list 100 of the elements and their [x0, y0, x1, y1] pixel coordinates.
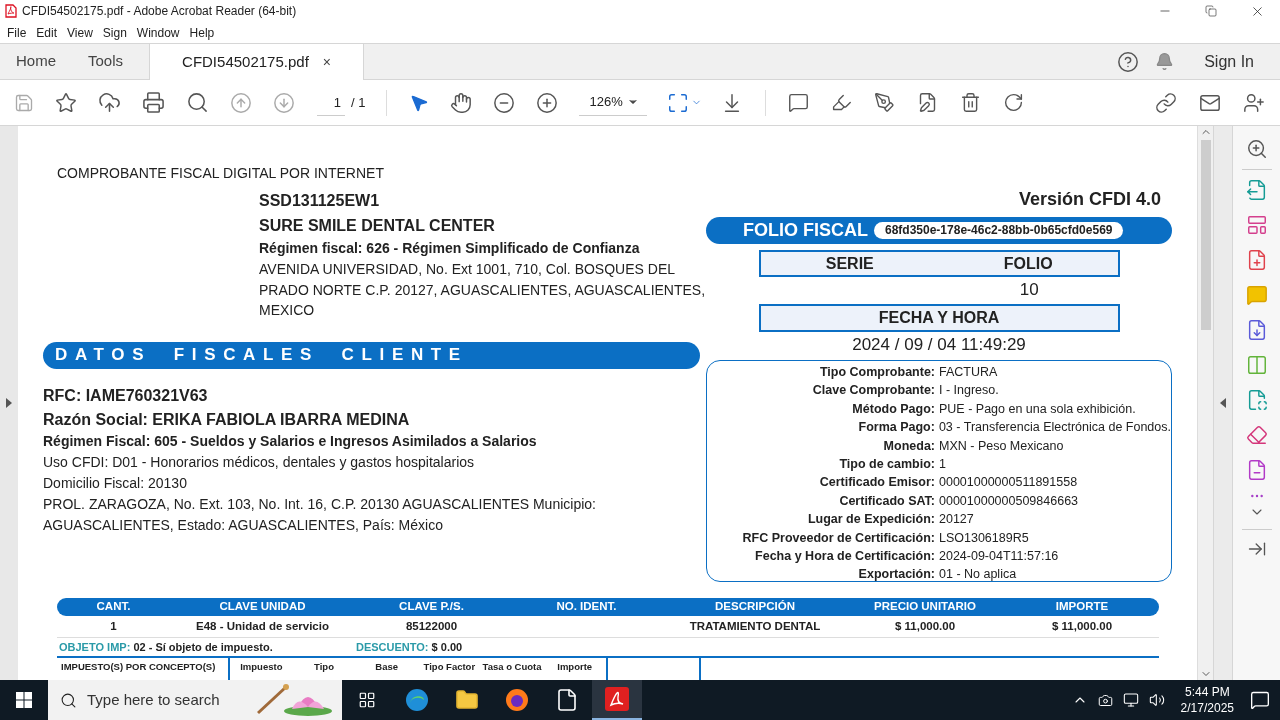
- trash-icon[interactable]: [960, 92, 982, 113]
- folio-fiscal-value: 68fd350e-178e-46c2-88bb-0b65cfd0e569: [874, 222, 1124, 239]
- windows-start-icon[interactable]: [16, 692, 32, 708]
- search-icon[interactable]: [1245, 138, 1268, 160]
- edge-browser-icon[interactable]: [405, 688, 429, 712]
- column-heading: Tasa o Cuota: [482, 660, 542, 674]
- highlight-icon[interactable]: [831, 92, 853, 113]
- taxes-label: IMPUESTO(S) POR CONCEPTO(S): [60, 660, 217, 674]
- detail-label: RFC Proveedor de Certificación:: [741, 529, 935, 547]
- column-heading: SERIE: [824, 253, 875, 274]
- detail-label: Moneda:: [882, 437, 935, 455]
- table-cell-text: TRATAMIENTO DENTAL: [689, 618, 821, 634]
- clock-date[interactable]: 2/17/2025: [1180, 700, 1234, 716]
- issuer-name: SURE SMILE DENTAL CENTER: [259, 216, 496, 236]
- file-explorer-icon[interactable]: [455, 688, 479, 712]
- client-fiscal-address: Domicilio Fiscal: 20130: [43, 473, 188, 493]
- detail-value: FACTURA: [939, 364, 998, 381]
- detail-label: Lugar de Expedición:: [806, 511, 935, 529]
- client-address: PROL. ZARAGOZA, No. Ext. 103, No. Int. 16, C.P. 20130 AGUASCALIENTES Municipio: AGUASCALIENTES, Estado: AGUASCALIENTES, País: México: [43, 494, 597, 535]
- menu-item[interactable]: View: [62, 23, 98, 42]
- star-icon[interactable]: [55, 91, 77, 114]
- sign-icon[interactable]: [874, 92, 896, 113]
- comment-icon[interactable]: [788, 92, 810, 113]
- discount: DESCUENTO: $ 0.00: [356, 639, 463, 655]
- detail-label: Certificado SAT:: [838, 492, 935, 510]
- column-heading: DESCRIPCIÓN: [714, 599, 796, 615]
- detail-value: 00001000000509846663: [939, 492, 1079, 510]
- taskbar-search-field[interactable]: Type here to search: [48, 680, 342, 720]
- page-count: / 1: [351, 93, 366, 112]
- help-icon[interactable]: [1117, 50, 1140, 73]
- camera-icon[interactable]: [1097, 692, 1113, 708]
- column-heading: Impuesto: [240, 660, 283, 674]
- column-heading: PRECIO UNITARIO: [873, 599, 977, 615]
- fit-page-icon[interactable]: [667, 91, 690, 114]
- firefox-icon[interactable]: [505, 688, 529, 712]
- layout-icon[interactable]: [1245, 214, 1268, 236]
- detail-value: PUE - Pago en una sola exhibición.: [939, 400, 1136, 418]
- tab-close-button[interactable]: ×: [322, 51, 331, 73]
- column-heading: FOLIO: [1002, 253, 1054, 274]
- issue-date: 2024 / 09 / 04 11:49:29: [852, 334, 1026, 356]
- share-user-icon[interactable]: [1243, 91, 1265, 114]
- document-icon[interactable]: [555, 688, 579, 712]
- table-cell-text: 1: [110, 618, 117, 634]
- restore-icon[interactable]: [1205, 5, 1217, 17]
- menu-item[interactable]: Edit: [31, 23, 63, 42]
- menu-item[interactable]: Window: [131, 23, 185, 42]
- expand-left-icon[interactable]: [6, 398, 12, 408]
- issuer-address: AVENIDA UNIVERSIDAD, No. Ext 1001, 710, Col. BOSQUES DEL PRADO NORTE C.P. 20127, AGUASCALIENTES, AGUASCALIENTES, MEXICO: [259, 260, 707, 320]
- notification-bell-icon[interactable]: [1155, 52, 1175, 71]
- folio-number: 10: [1018, 279, 1040, 301]
- date-header: FECHA Y HORA: [758, 304, 1120, 332]
- window-title: CFDI54502175.pdf - Adobe Acrobat Reader (64-bit): [22, 3, 297, 20]
- menu-item[interactable]: File: [2, 23, 32, 42]
- search-placeholder: Type here to search: [87, 689, 220, 710]
- volume-icon[interactable]: [1148, 692, 1165, 708]
- column-heading: CANT.: [95, 599, 132, 615]
- print-icon[interactable]: [142, 91, 165, 114]
- menu-item[interactable]: Help: [184, 23, 220, 42]
- upload-icon[interactable]: [98, 91, 121, 114]
- client-regime: Régimen Fiscal: 605 - Sueldos y Salarios e Ingresos Asimilados a Salarios: [43, 431, 538, 451]
- tab[interactable]: Tools: [72, 44, 140, 79]
- detail-value: LSO1306189R5: [939, 529, 1029, 547]
- clock-time[interactable]: 5:44 PM: [1184, 684, 1230, 700]
- rotate-icon[interactable]: [1003, 92, 1025, 113]
- collapse-right-icon[interactable]: [1220, 398, 1226, 408]
- export-file-icon[interactable]: [1245, 179, 1268, 201]
- sign-in-button[interactable]: Sign In: [1204, 49, 1254, 74]
- client-cfdi-use: Uso CFDI: D01 - Honorarios médicos, dentales y gastos hospitalarios: [43, 452, 476, 472]
- issuer-rfc: SSD131125EW1: [259, 191, 381, 211]
- document-heading: COMPROBANTE FISCAL DIGITAL POR INTERNET: [57, 164, 385, 183]
- detail-value: 1: [939, 456, 946, 474]
- link-icon[interactable]: [1155, 91, 1177, 114]
- detail-label: Forma Pago:: [857, 419, 935, 437]
- column-heading: CLAVE UNIDAD: [218, 599, 307, 615]
- tab[interactable]: CFDI54502175.pdf ×: [149, 44, 364, 80]
- scrollbar-thumb[interactable]: [1200, 140, 1211, 330]
- find-icon[interactable]: [186, 91, 209, 114]
- acrobat-icon[interactable]: [605, 687, 629, 711]
- column-heading: NO. IDENT.: [555, 599, 618, 615]
- page-number-field[interactable]: 1: [317, 89, 345, 116]
- task-view-icon[interactable]: [358, 691, 376, 709]
- tab[interactable]: Home: [0, 44, 72, 79]
- network-icon[interactable]: [1122, 692, 1139, 708]
- zoom-out-icon[interactable]: [493, 91, 516, 114]
- menu-item[interactable]: Sign: [97, 23, 132, 42]
- search-icon: [60, 691, 77, 709]
- detail-label: Fecha y Hora de Certificación:: [754, 548, 935, 566]
- detail-label: Clave Comprobante:: [811, 382, 935, 400]
- notifications-icon[interactable]: [1250, 690, 1270, 710]
- zoom-in-icon[interactable]: [536, 91, 559, 114]
- column-heading: Importe: [557, 660, 593, 674]
- redact-icon[interactable]: [1245, 424, 1268, 446]
- detail-value: 2024-09-04T11:57:16: [939, 548, 1059, 566]
- cfdi-version: Versión CFDI 4.0: [1018, 189, 1161, 209]
- detail-value: I - Ingreso.: [939, 382, 999, 400]
- hand-icon[interactable]: [450, 91, 473, 114]
- detail-label: Tipo de cambio:: [838, 456, 935, 474]
- detail-value: 20127: [939, 511, 974, 529]
- column-heading: CLAVE P./S.: [398, 599, 465, 615]
- zoom-dropdown[interactable]: 126%: [579, 89, 648, 116]
